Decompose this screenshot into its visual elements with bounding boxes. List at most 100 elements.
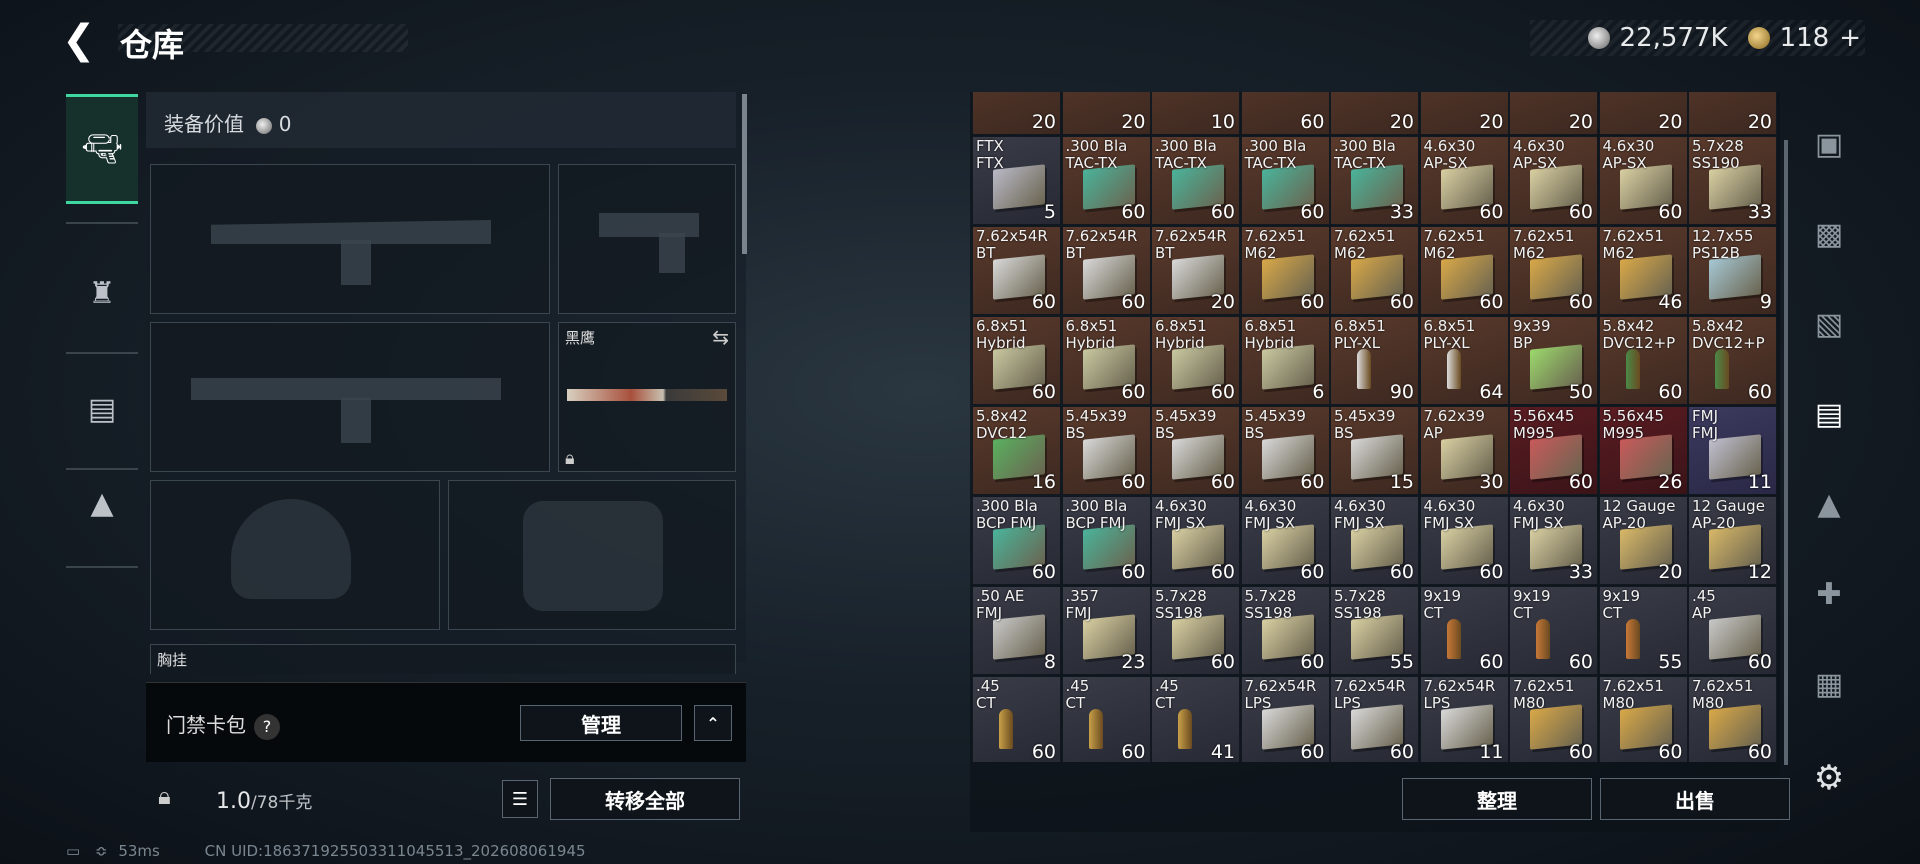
tab-toolbox[interactable]: ▲ — [66, 448, 138, 558]
inventory-cell[interactable]: 12.7x55 PS12B 9 — [1688, 226, 1777, 315]
sort-button[interactable]: 整理 — [1402, 778, 1592, 820]
inventory-cell[interactable]: 7.62x54R LPS 60 — [1240, 676, 1330, 762]
sell-button[interactable]: 出售 — [1600, 778, 1790, 820]
tab-weapons[interactable]: 🔫︎ — [66, 94, 138, 204]
help-icon[interactable]: ? — [254, 714, 280, 740]
secondary-weapon-slot[interactable] — [150, 322, 550, 472]
back-arrow-icon[interactable]: ❮ — [62, 18, 102, 62]
helmet-slot[interactable] — [150, 480, 440, 630]
inventory-cell[interactable]: .300 Bla BCP FMJ 60 — [972, 496, 1061, 585]
inventory-cell[interactable]: .300 Bla TAC-TX 60 — [1240, 136, 1330, 225]
inventory-cell[interactable]: 5.8x42 DVC12 16 — [972, 406, 1061, 495]
inventory-cell[interactable]: 10 — [1151, 92, 1240, 135]
inventory-cell[interactable]: FTX FTX 5 — [972, 136, 1061, 225]
inventory-cell[interactable]: .300 Bla TAC-TX 60 — [1061, 136, 1151, 225]
inventory-cell[interactable]: 7.62x54R LPS 60 — [1330, 676, 1419, 762]
chest-rig-slot[interactable]: 胸挂 — [150, 644, 736, 674]
inventory-cell[interactable]: 7.62x51 M80 60 — [1598, 676, 1688, 762]
manage-button[interactable]: 管理 — [520, 705, 682, 741]
inventory-cell[interactable]: 6.8x51 PLY-XL 64 — [1419, 316, 1509, 405]
primary-weapon-slot[interactable] — [150, 164, 550, 314]
inventory-cell[interactable]: 5.7x28 SS190 33 — [1688, 136, 1777, 225]
inventory-cell[interactable]: .300 Bla BCP FMJ 60 — [1061, 496, 1151, 585]
add-currency-button[interactable]: + — [1839, 23, 1861, 53]
iv-file-case-icon[interactable]: ▤ — [1804, 390, 1854, 440]
inventory-cell[interactable]: 5.45x39 BS 15 — [1330, 406, 1419, 495]
inventory-cell[interactable]: 12 Gauge AP-20 12 — [1688, 496, 1777, 585]
inventory-cell[interactable]: 5.45x39 BS 60 — [1151, 406, 1240, 495]
equipment-scrollbar[interactable] — [742, 94, 747, 254]
iii-medical-case-icon[interactable]: ▲ — [1804, 480, 1854, 530]
inventory-cell[interactable]: 7.62x54R BT 60 — [1061, 226, 1151, 315]
inventory-cell[interactable]: 4.6x30 FMJ SX 60 — [1240, 496, 1330, 585]
inventory-cell[interactable]: 60 — [1240, 92, 1330, 135]
inventory-cell[interactable]: .45 CT 60 — [1061, 676, 1151, 762]
inventory-cell[interactable]: 5.8x42 DVC12+P 60 — [1598, 316, 1688, 405]
inventory-cell[interactable]: 5.7x28 SS198 55 — [1330, 586, 1419, 675]
inventory-cell[interactable]: .50 AE FMJ 8 — [972, 586, 1061, 675]
inventory-cell[interactable]: 20 — [1330, 92, 1419, 135]
inventory-cell[interactable]: 20 — [972, 92, 1061, 135]
inventory-cell[interactable]: .300 Bla TAC-TX 33 — [1330, 136, 1419, 225]
inventory-cell[interactable]: 5.8x42 DVC12+P 60 — [1688, 316, 1777, 405]
settings-icon[interactable]: ⚙ — [1804, 758, 1854, 808]
safe-icon[interactable]: ▣ — [1804, 120, 1854, 170]
inventory-cell[interactable]: 9x19 CT 55 — [1598, 586, 1688, 675]
inventory-cell[interactable]: 4.6x30 AP-SX 60 — [1419, 136, 1509, 225]
inventory-cell[interactable]: 9x19 CT 60 — [1509, 586, 1598, 675]
inventory-cell[interactable]: 20 — [1509, 92, 1598, 135]
inventory-cell[interactable]: 4.6x30 FMJ SX 33 — [1509, 496, 1598, 585]
iii-weapon-case-icon[interactable]: ▩ — [1804, 210, 1854, 260]
inventory-cell[interactable]: 5.7x28 SS198 60 — [1240, 586, 1330, 675]
inventory-cell[interactable]: 9x39 BP 50 — [1509, 316, 1598, 405]
inventory-cell[interactable]: 6.8x51 PLY-XL 90 — [1330, 316, 1419, 405]
inventory-cell[interactable]: 4.6x30 AP-SX 60 — [1509, 136, 1598, 225]
inventory-cell[interactable]: 6.8x51 Hybrid 60 — [1061, 316, 1151, 405]
inventory-cell[interactable]: .300 Bla TAC-TX 60 — [1151, 136, 1240, 225]
inventory-cell[interactable]: 7.62x54R LPS 11 — [1419, 676, 1509, 762]
collapse-chevron-icon[interactable]: ⌃ — [694, 705, 732, 741]
inventory-cell[interactable]: 7.62x54R BT 60 — [972, 226, 1061, 315]
inventory-cell[interactable]: 7.62x51 M62 60 — [1419, 226, 1509, 315]
inventory-cell[interactable]: 5.45x39 BS 60 — [1061, 406, 1151, 495]
iv-plus-case-icon[interactable]: ✚ — [1804, 570, 1854, 620]
warehouse-scrollbar[interactable] — [1784, 140, 1788, 765]
tab-backpack[interactable]: ♜ — [66, 238, 138, 348]
inventory-cell[interactable]: 5.7x28 SS198 60 — [1151, 586, 1240, 675]
inventory-cell[interactable]: FMJ FMJ 11 — [1688, 406, 1777, 495]
inventory-cell[interactable]: 9x19 CT 60 — [1419, 586, 1509, 675]
inventory-cell[interactable]: 7.62x51 M80 60 — [1509, 676, 1598, 762]
iv-ammo-case-icon[interactable]: ▧ — [1804, 300, 1854, 350]
inventory-cell[interactable]: 7.62x51 M62 60 — [1330, 226, 1419, 315]
inventory-cell[interactable]: 6.8x51 Hybrid 6 — [1240, 316, 1330, 405]
melee-slot[interactable]: 黑鹰 ⇆ 🔒︎ — [558, 322, 736, 472]
inventory-cell[interactable]: 7.62x51 M62 60 — [1240, 226, 1330, 315]
inventory-cell[interactable]: 6.8x51 Hybrid 60 — [1151, 316, 1240, 405]
inventory-cell[interactable]: 12 Gauge AP-20 20 — [1598, 496, 1688, 585]
transfer-all-button[interactable]: 转移全部 — [550, 778, 740, 820]
inventory-cell[interactable]: 4.6x30 FMJ SX 60 — [1330, 496, 1419, 585]
inventory-cell[interactable]: .45 CT 41 — [1151, 676, 1240, 762]
inventory-cell[interactable]: 7.62x51 M62 60 — [1509, 226, 1598, 315]
inventory-cell[interactable]: 20 — [1061, 92, 1151, 135]
iii-tools-case-icon[interactable]: ▦ — [1804, 660, 1854, 710]
inventory-cell[interactable]: 5.56x45 M995 60 — [1509, 406, 1598, 495]
inventory-cell[interactable]: .45 CT 60 — [972, 676, 1061, 762]
inventory-cell[interactable]: .357 FMJ 23 — [1061, 586, 1151, 675]
inventory-cell[interactable]: 7.62x54R BT 20 — [1151, 226, 1240, 315]
inventory-cell[interactable]: 7.62x51 M80 60 — [1688, 676, 1777, 762]
pistol-slot[interactable] — [558, 164, 736, 314]
inventory-cell[interactable]: 5.56x45 M995 26 — [1598, 406, 1688, 495]
armor-slot[interactable] — [448, 480, 736, 630]
inventory-cell[interactable]: 4.6x30 FMJ SX 60 — [1151, 496, 1240, 585]
swap-icon[interactable]: ⇆ — [712, 325, 729, 349]
inventory-cell[interactable]: 4.6x30 FMJ SX 60 — [1419, 496, 1509, 585]
inventory-cell[interactable]: .45 AP 60 — [1688, 586, 1777, 675]
inventory-cell[interactable]: 4.6x30 AP-SX 60 — [1598, 136, 1688, 225]
inventory-cell[interactable]: 20 — [1598, 92, 1688, 135]
inventory-cell[interactable]: 6.8x51 Hybrid 60 — [972, 316, 1061, 405]
inventory-cell[interactable]: 20 — [1419, 92, 1509, 135]
inventory-cell[interactable]: 7.62x51 M62 46 — [1598, 226, 1688, 315]
inventory-cell[interactable]: 5.45x39 BS 60 — [1240, 406, 1330, 495]
list-view-icon[interactable]: ☰ — [502, 780, 538, 818]
